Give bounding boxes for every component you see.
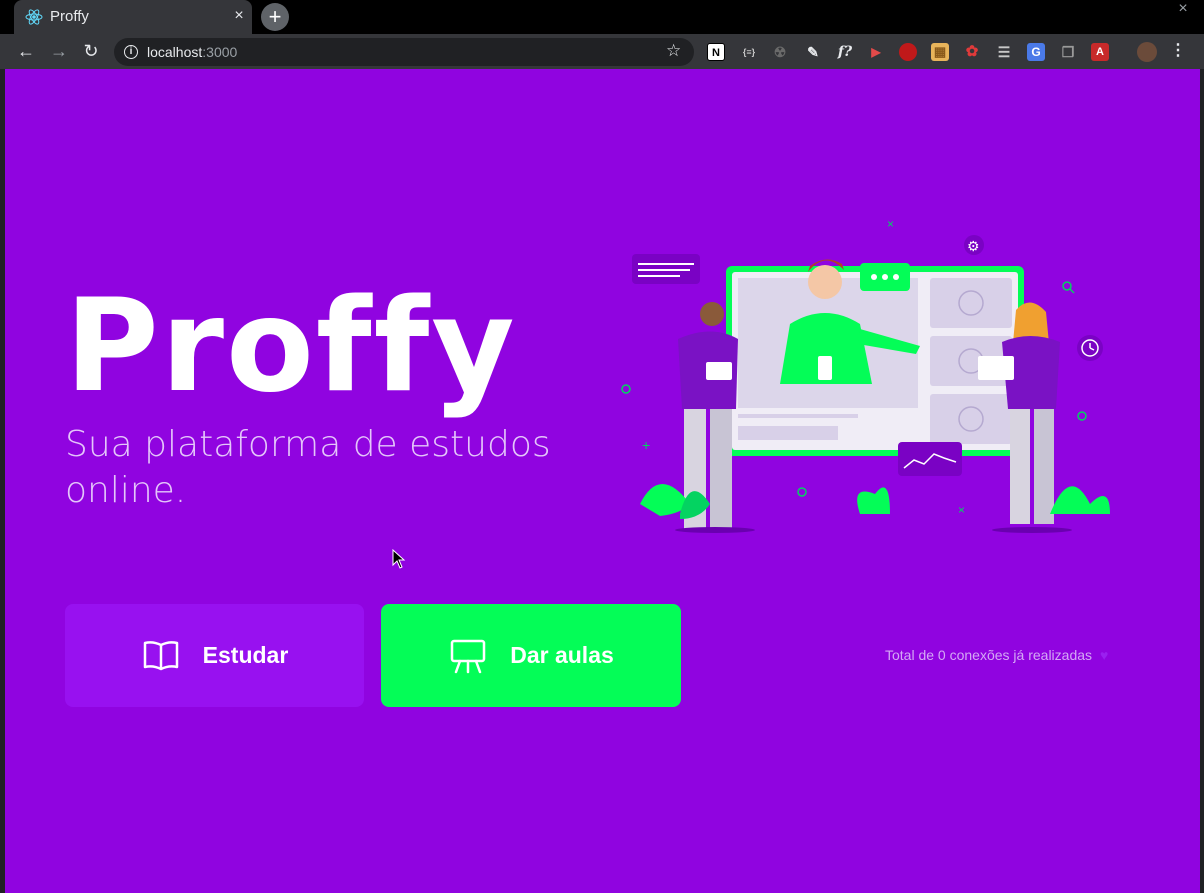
video-icon[interactable]: ▶ [867,43,885,61]
teach-button[interactable]: Dar aulas [381,604,681,707]
url-port: :3000 [202,44,238,60]
hero-illustration: × × + ⚙ [621,217,1110,533]
svg-text:×: × [958,503,965,517]
pdf-icon[interactable]: A [1091,43,1109,61]
url-host: localhost [147,44,203,60]
new-tab-button[interactable]: + [261,3,289,31]
book-open-icon [143,640,178,670]
reload-button[interactable]: ↻ [79,39,103,63]
heart-icon: ♥ [1100,647,1109,663]
page-viewport: Proffy Sua plataforma de estudos online.… [5,69,1200,893]
translate-icon[interactable]: G [1027,43,1045,61]
logo: Proffy [65,272,517,421]
teach-button-label: Dar aulas [510,642,614,668]
gear-icon: ⚙ [967,238,980,254]
info-icon[interactable]: i [124,45,138,59]
json-icon[interactable]: {≡} [739,43,759,61]
tab-title: Proffy [50,8,89,25]
url-text[interactable]: localhost:3000 [147,44,237,60]
radioactive-icon[interactable]: ☢ [771,43,789,61]
table-icon[interactable]: ☰ [995,43,1013,61]
window-close-icon[interactable]: × [1174,0,1192,18]
presentation-board-icon [450,639,486,673]
tagline: Sua plataforma de estudos online. [65,424,551,511]
octo-icon[interactable]: ✿ [963,43,981,61]
cross-decoration: × [887,217,894,231]
rp-icon[interactable]: ● [899,43,917,61]
pen-icon[interactable]: ✎ [804,43,822,61]
forward-button[interactable]: → [47,39,71,63]
browser-window: Proffy × + × ← → ↻ i localhost:3000 ☆ N … [0,0,1204,893]
address-bar[interactable]: i localhost:3000 ☆ [114,38,694,66]
react-icon [25,9,43,25]
profile-avatar[interactable] [1137,42,1157,62]
notion-icon[interactable]: N [707,43,725,61]
study-button[interactable]: Estudar [65,604,364,707]
menu-icon[interactable]: ⋮ [1170,40,1186,60]
landing-page: Proffy Sua plataforma de estudos online.… [5,69,1200,893]
connections-text: Total de 0 conexões já realizadas [885,647,1093,663]
copy-icon[interactable]: ❐ [1059,43,1077,61]
tab-proffy[interactable]: Proffy × [14,0,252,34]
back-button[interactable]: ← [14,39,38,63]
tab-close-icon[interactable]: × [230,6,248,24]
svg-text:+: + [642,437,650,453]
mouse-cursor-icon [392,549,406,569]
browser-toolbar: ← → ↻ i localhost:3000 ☆ N {≡} ☢ ✎ f? ▶ … [0,34,1204,69]
tab-strip: Proffy × + × [0,0,1204,34]
function-icon[interactable]: f? [836,43,854,61]
note-icon[interactable]: ▦ [931,43,949,61]
study-button-label: Estudar [202,642,289,668]
connections-counter: Total de 0 conexões já realizadas ♥ [885,647,1108,663]
star-icon[interactable]: ☆ [666,41,681,61]
